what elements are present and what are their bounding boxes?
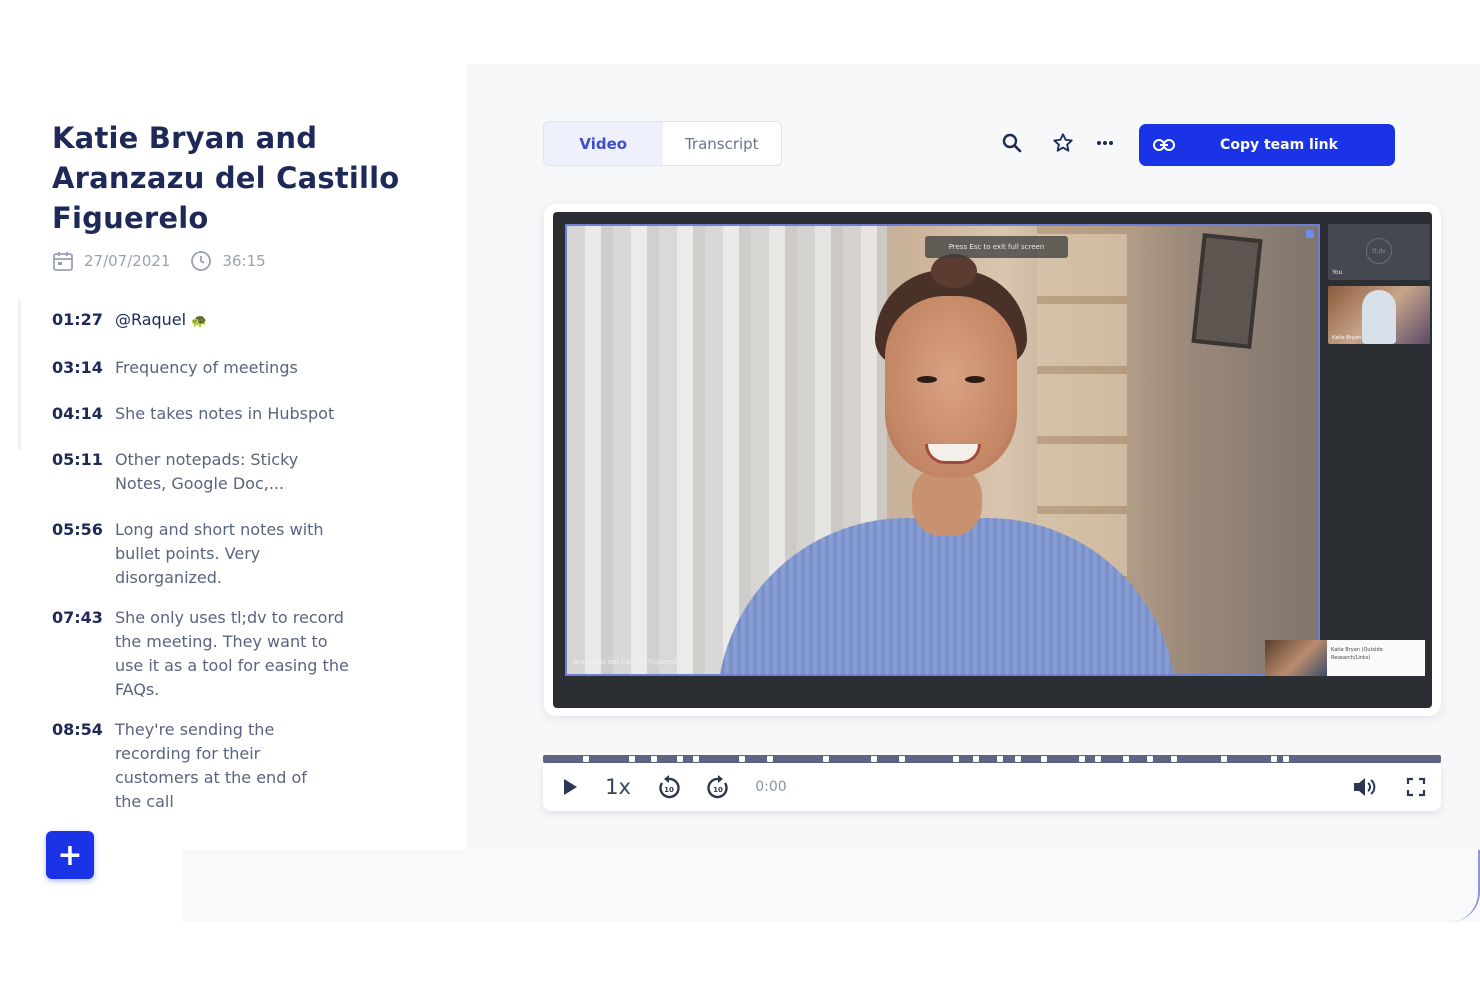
copy-team-link-button[interactable]: Copy team link	[1139, 124, 1395, 166]
timeline-marker[interactable]	[629, 756, 635, 762]
forward-10-icon[interactable]: 10	[704, 773, 732, 801]
note-text: She takes notes in Hubspot	[114, 404, 335, 423]
notes-list: 01:27 @Raquel 🐢 03:14 Frequency of meeti…	[52, 308, 372, 836]
timeline-marker[interactable]	[1079, 756, 1085, 762]
note-timestamp[interactable]: 07:43	[52, 606, 103, 702]
note-text: They're sending the recording for their …	[114, 720, 307, 811]
playback-speed-button[interactable]: 1x	[603, 773, 633, 801]
participant-eye	[917, 376, 937, 383]
timeline-marker[interactable]	[1123, 756, 1129, 762]
timeline-marker[interactable]	[899, 756, 905, 762]
note-timestamp[interactable]: 01:27	[52, 308, 103, 334]
timeline-marker[interactable]	[1095, 756, 1101, 762]
note-item[interactable]: 01:27 @Raquel 🐢	[52, 308, 372, 334]
note-item[interactable]: 04:14 She takes notes in Hubspot	[52, 402, 372, 426]
timeline-marker[interactable]	[739, 756, 745, 762]
note-item[interactable]: 05:11 Other notepads: Sticky Notes, Goog…	[52, 448, 372, 496]
timeline-marker[interactable]	[693, 756, 699, 762]
note-item[interactable]: 05:56 Long and short notes with bullet p…	[52, 518, 372, 590]
tab-transcript[interactable]: Transcript	[663, 122, 782, 165]
timeline-marker[interactable]	[583, 756, 589, 762]
timeline-marker[interactable]	[973, 756, 979, 762]
background-frame	[1191, 233, 1263, 349]
note-timestamp[interactable]: 03:14	[52, 356, 103, 380]
meeting-title: Katie Bryan and Aranzazu del Castillo Fi…	[52, 121, 400, 235]
timeline-marker[interactable]	[1271, 756, 1277, 762]
calendar-icon	[52, 250, 74, 272]
participant-tile-label: Katie Bryan	[1332, 335, 1361, 341]
tab-video[interactable]: Video	[544, 122, 663, 165]
view-tabs: Video Transcript	[543, 121, 782, 166]
note-timestamp[interactable]: 08:54	[52, 718, 103, 814]
participant-sidebar: tl;dv You Katie Bryan	[1328, 224, 1430, 676]
note-item[interactable]: 08:54 They're sending the recording for …	[52, 718, 372, 814]
bottom-strip	[182, 850, 1480, 922]
turtle-icon: 🐢	[191, 314, 208, 329]
timeline-marker[interactable]	[677, 756, 683, 762]
note-item[interactable]: 07:43 She only uses tl;dv to record the …	[52, 606, 372, 702]
note-text: She only uses tl;dv to record the meetin…	[114, 608, 349, 699]
rewind-10-icon[interactable]: 10	[655, 773, 683, 801]
current-time: 0:00	[755, 779, 787, 795]
participant-name-tag: Aranzazu del Castillo Figuerelo	[573, 658, 681, 666]
note-timestamp[interactable]: 05:11	[52, 448, 103, 496]
more-icon[interactable]	[1092, 130, 1118, 156]
svg-text:10: 10	[664, 786, 674, 794]
play-icon[interactable]	[559, 773, 581, 801]
participant-thumbnail	[1362, 290, 1396, 344]
volume-icon[interactable]	[1351, 773, 1379, 801]
note-text: Other notepads: Sticky Notes, Google Doc…	[114, 450, 299, 493]
main-participant-video: Press Esc to exit full screen Aranzazu d…	[565, 224, 1320, 676]
svg-text:10: 10	[713, 786, 723, 794]
fullscreen-hint: Press Esc to exit full screen	[925, 236, 1068, 258]
note-item[interactable]: 03:14 Frequency of meetings	[52, 356, 372, 380]
timeline-marker[interactable]	[1147, 756, 1153, 762]
timeline-marker[interactable]	[1221, 756, 1227, 762]
fullscreen-icon[interactable]	[1403, 773, 1429, 801]
timeline-marker[interactable]	[997, 756, 1003, 762]
self-tile[interactable]: tl;dv You	[1328, 224, 1430, 280]
timeline-marker[interactable]	[651, 756, 657, 762]
clock-icon	[190, 250, 212, 272]
note-timestamp[interactable]: 05:56	[52, 518, 103, 590]
add-note-button[interactable]: +	[46, 831, 94, 879]
participant-hair-bun	[931, 254, 977, 288]
timeline-marker[interactable]	[1015, 756, 1021, 762]
self-avatar: tl;dv	[1366, 238, 1392, 264]
search-icon[interactable]	[999, 130, 1025, 156]
mini-participant-thumbnail	[1265, 640, 1327, 676]
note-timestamp[interactable]: 04:14	[52, 402, 103, 426]
note-text: Frequency of meetings	[114, 358, 298, 377]
meeting-date: 27/07/2021	[84, 252, 171, 270]
timeline-marker[interactable]	[1283, 756, 1289, 762]
mini-participant-tile[interactable]: Katie Bryan (Outside Research/Links)	[1265, 640, 1425, 676]
timeline-scrubber[interactable]	[543, 755, 1441, 763]
video-player[interactable]: Press Esc to exit full screen Aranzazu d…	[553, 212, 1432, 708]
timeline-marker[interactable]	[767, 756, 773, 762]
timeline-marker[interactable]	[823, 756, 829, 762]
timeline-marker[interactable]	[1171, 756, 1177, 762]
timeline-marker[interactable]	[953, 756, 959, 762]
pin-icon[interactable]	[1306, 230, 1314, 238]
star-icon[interactable]	[1050, 130, 1076, 156]
participant-eye	[965, 376, 985, 383]
meeting-meta: 27/07/2021 36:15	[52, 250, 276, 272]
timeline-marker[interactable]	[871, 756, 877, 762]
timeline-marker[interactable]	[1041, 756, 1047, 762]
copy-team-link-label: Copy team link	[1220, 137, 1338, 153]
participant-tile[interactable]: Katie Bryan	[1328, 286, 1430, 344]
mini-participant-label: Katie Bryan (Outside Research/Links)	[1327, 640, 1425, 676]
notes-scroll-rail[interactable]	[18, 300, 21, 450]
self-label: You	[1332, 269, 1343, 276]
note-text: @Raquel	[114, 310, 187, 329]
meeting-duration: 36:15	[222, 252, 266, 270]
player-controls: 1x 10 10 0:00	[543, 763, 1441, 811]
note-text: Long and short notes with bullet points.…	[114, 520, 324, 587]
